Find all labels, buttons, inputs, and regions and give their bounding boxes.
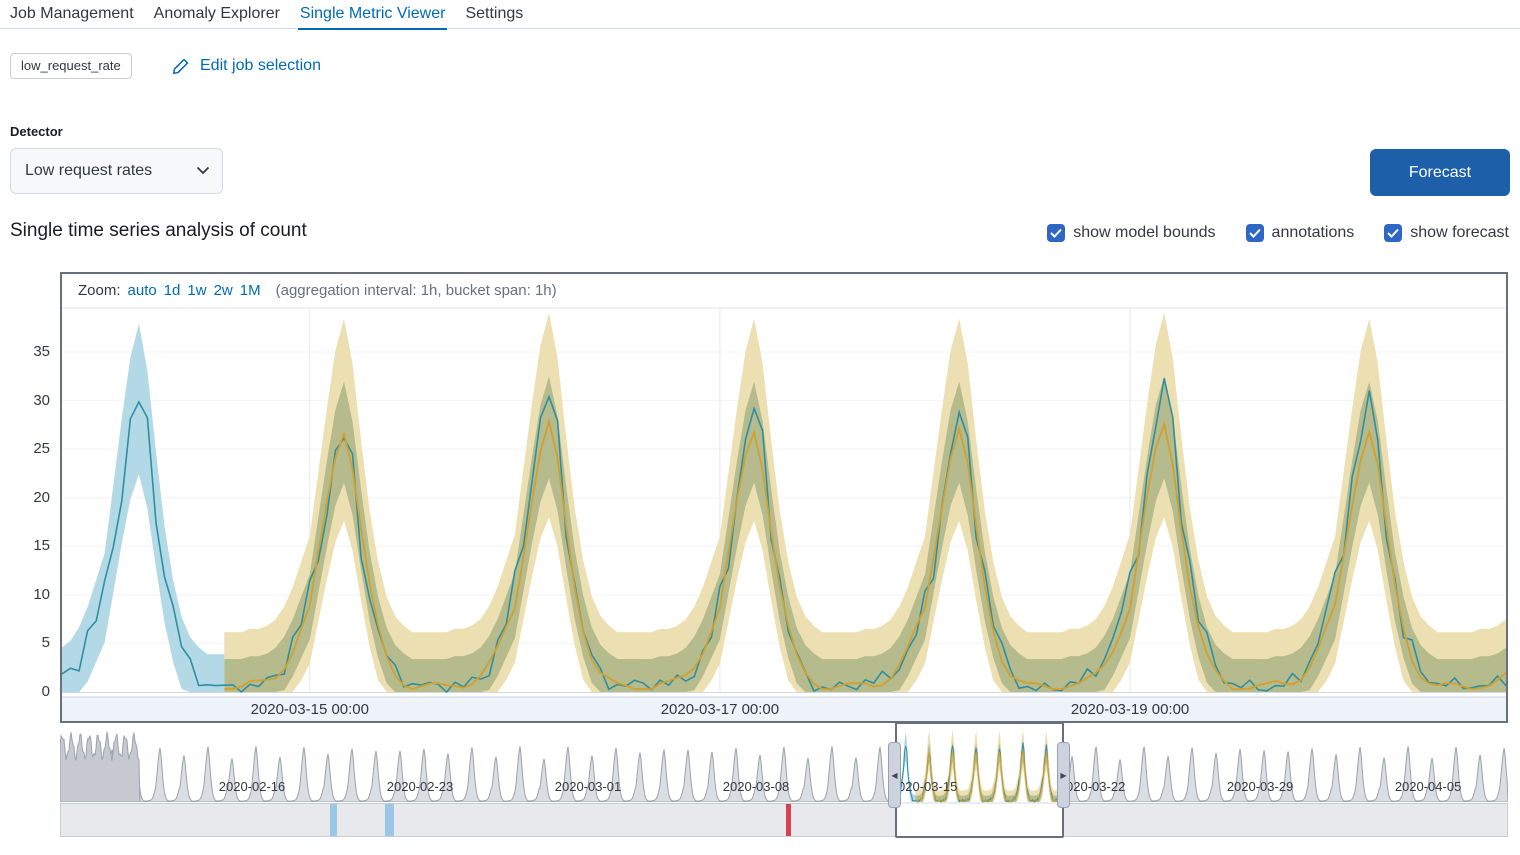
tab-job-management[interactable]: Job Management [8,2,136,30]
y-tick-label: 30 [33,392,50,409]
toggle-show-model-bounds[interactable]: show model bounds [1047,224,1215,242]
zoom-bar: Zoom: auto 1d 1w 2w 1M (aggregation inte… [78,282,557,299]
top-nav: Job Management Anomaly Explorer Single M… [8,2,525,30]
context-date-label: 2020-02-23 [387,779,454,794]
zoom-option-2w[interactable]: 2w [214,282,233,299]
context-date-label: 2020-02-16 [219,779,286,794]
edit-job-selection-link[interactable]: Edit job selection [200,57,321,75]
toggle-show-forecast[interactable]: show forecast [1384,224,1509,242]
zoom-option-1M[interactable]: 1M [240,282,261,299]
zoom-option-auto[interactable]: auto [128,282,157,299]
detector-label: Detector [10,124,63,139]
context-date-label: 2020-03-01 [555,779,622,794]
context-date-label: 2020-03-29 [1227,779,1294,794]
aggregation-note: (aggregation interval: 1h, bucket span: … [276,282,557,299]
context-date-label: 2020-03-08 [723,779,790,794]
annotation-marker[interactable] [385,804,394,836]
y-tick-label: 20 [33,489,50,506]
zoom-label: Zoom: [78,282,121,299]
context-initial-block [60,732,140,802]
toggle-label-show-model-bounds: show model bounds [1073,224,1215,242]
pencil-icon [172,58,189,80]
page-title: Single time series analysis of count [10,220,307,242]
toggle-annotations[interactable]: annotations [1246,224,1355,242]
tab-anomaly-explorer[interactable]: Anomaly Explorer [152,2,282,30]
annotation-marker[interactable] [786,804,791,836]
tab-settings[interactable]: Settings [463,2,525,30]
x-tick-label: 2020-03-15 00:00 [251,701,369,718]
y-tick-label: 25 [33,440,50,457]
x-tick-label: 2020-03-19 00:00 [1071,701,1189,718]
tab-single-metric-viewer[interactable]: Single Metric Viewer [298,2,448,30]
y-tick-label: 0 [42,683,50,700]
forecast-button[interactable]: Forecast [1370,149,1510,196]
y-tick-label: 35 [33,343,50,360]
x-tick-label: 2020-03-17 00:00 [661,701,779,718]
detector-select[interactable]: Low request rates [10,148,223,194]
annotation-strip [60,803,1508,837]
job-badge: low_request_rate [10,53,132,79]
checkbox-checked-icon [1047,224,1065,242]
y-tick-label: 10 [33,586,50,603]
main-chart-panel: Zoom: auto 1d 1w 2w 1M (aggregation inte… [60,272,1508,723]
y-tick-label: 15 [33,537,50,554]
context-date-label: 2020-04-05 [1395,779,1462,794]
detector-select-value: Low request rates [25,162,152,180]
chart-toggles: show model bounds annotations show forec… [1047,224,1509,242]
checkbox-checked-icon [1384,224,1402,242]
y-tick-label: 5 [42,634,50,651]
checkbox-checked-icon [1246,224,1264,242]
toggle-label-annotations: annotations [1272,224,1355,242]
annotation-marker[interactable] [330,804,337,836]
zoom-option-1d[interactable]: 1d [164,282,181,299]
chevron-down-icon [196,162,210,180]
brush-handle-left[interactable]: ◀ [888,742,901,808]
zoom-option-1w[interactable]: 1w [187,282,206,299]
timeseries-chart[interactable]: 2020-03-15 00:00 2020-03-17 00:00 2020-03-… [62,302,1506,721]
brush-handle-right[interactable]: ▶ [1057,742,1070,808]
y-axis-labels: 0 5 10 15 20 25 30 35 [0,302,54,721]
toggle-label-show-forecast: show forecast [1410,224,1509,242]
